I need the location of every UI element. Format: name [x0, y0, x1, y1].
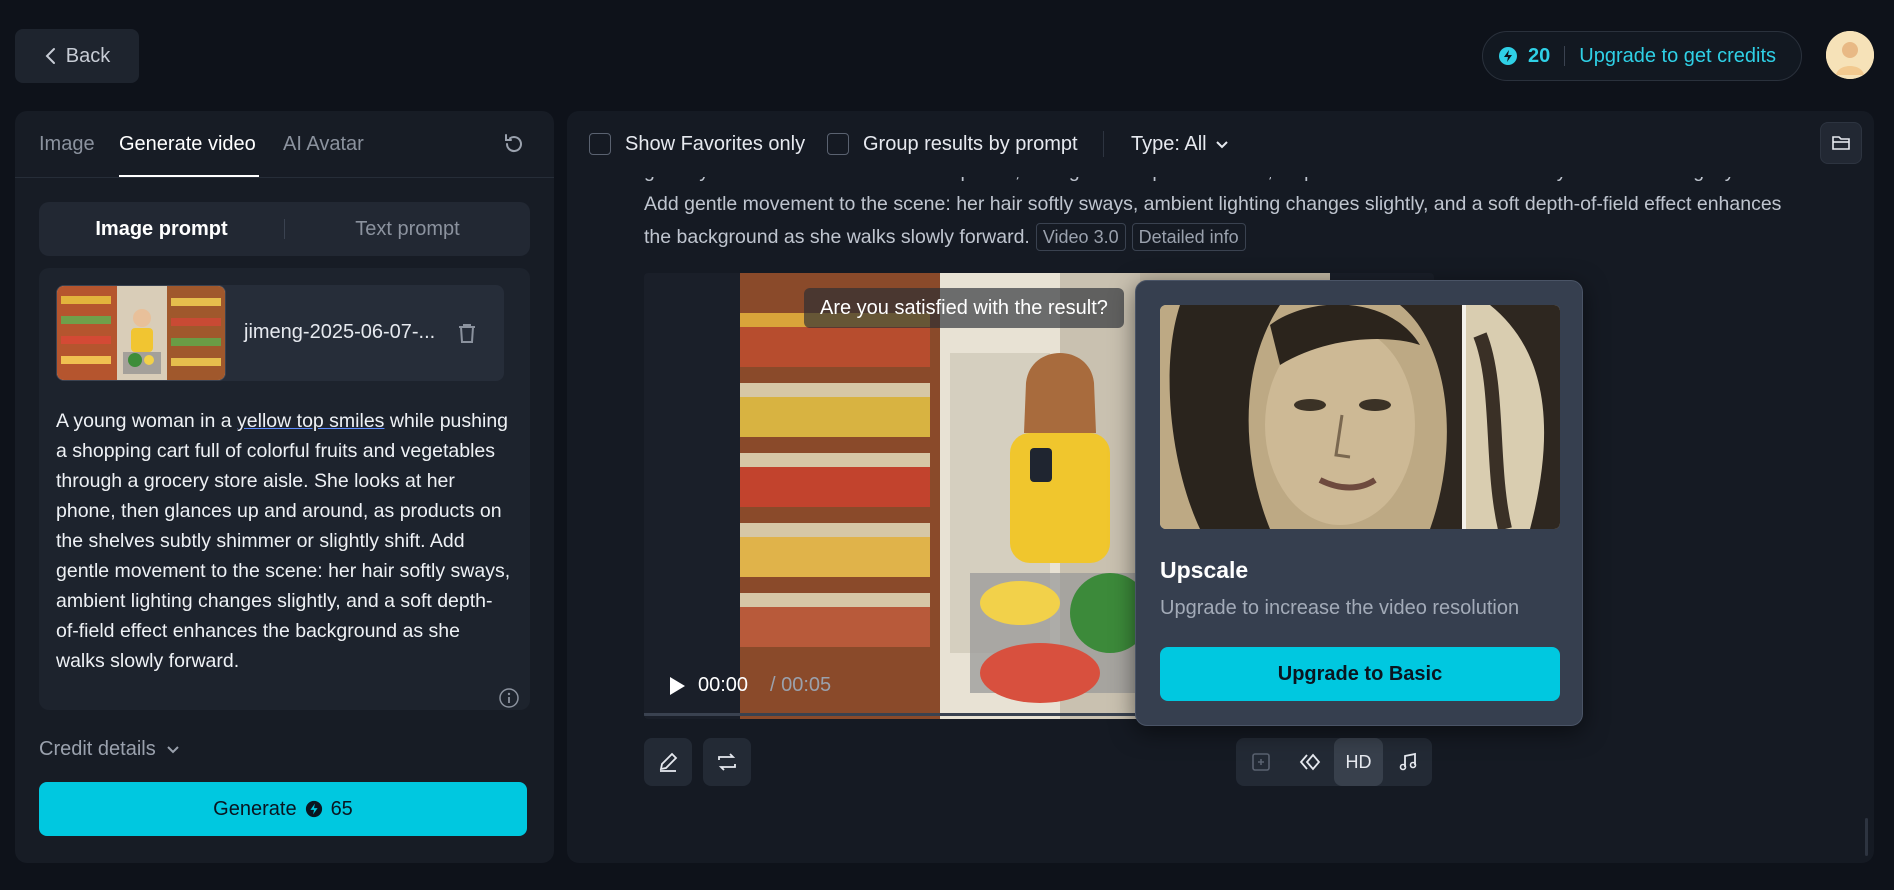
smooth-button[interactable] — [1285, 738, 1334, 786]
generate-label: Generate — [213, 797, 297, 820]
feedback-banner: Are you satisfied with the result? — [804, 288, 1124, 328]
result-prompt-line: the background as she walks slowly forwa… — [644, 226, 1030, 248]
frame-add-icon — [1251, 753, 1270, 771]
diamond-arrows-icon — [1299, 753, 1320, 771]
prompt-text-part: A young woman in a — [56, 410, 238, 432]
prompt-text-part: while pushing a shopping cart full of co… — [56, 410, 511, 672]
filter-divider — [1103, 131, 1104, 157]
type-label: Type: All — [1131, 133, 1207, 155]
upscale-preview-image — [1160, 305, 1560, 529]
image-thumbnail[interactable] — [56, 285, 226, 381]
play-icon[interactable] — [666, 675, 688, 697]
credit-coin-icon — [1499, 47, 1517, 65]
folder-button[interactable] — [1820, 122, 1862, 164]
type-dropdown[interactable]: Type: All — [1131, 133, 1229, 156]
info-icon[interactable] — [498, 687, 520, 709]
delete-icon[interactable] — [455, 321, 479, 345]
chevron-down-icon — [1215, 140, 1228, 148]
upgrade-to-basic-button[interactable]: Upgrade to Basic — [1160, 647, 1560, 701]
popover-description: Upgrade to increase the video resolution — [1160, 597, 1520, 619]
tab-generate-video[interactable]: Generate video — [119, 133, 256, 156]
regenerate-button[interactable] — [703, 738, 751, 786]
group-checkbox[interactable] — [827, 133, 849, 155]
credits-pill[interactable]: 20 Upgrade to get credits — [1482, 31, 1802, 81]
left-panel: Image Generate video AI Avatar Image pro… — [15, 111, 554, 863]
refresh-icon[interactable] — [502, 132, 526, 156]
model-tag: Video 3.0 — [1035, 223, 1126, 251]
hd-upscale-button[interactable]: HD — [1334, 738, 1383, 786]
frame-interpolation-button[interactable] — [1236, 738, 1285, 786]
back-label: Back — [65, 44, 111, 67]
enhance-toolbar: HD — [1236, 738, 1432, 786]
prompt-text[interactable]: A young woman in a yellow top smiles whi… — [56, 406, 511, 676]
tab-image[interactable]: Image — [39, 133, 95, 156]
detailed-info-tag[interactable]: Detailed info — [1131, 223, 1246, 251]
prompt-mode-toggle: Image prompt Text prompt — [39, 202, 530, 256]
credits-count: 20 — [1528, 44, 1551, 67]
image-prompt-button[interactable]: Image prompt — [39, 202, 284, 256]
filter-bar: Show Favorites only Group results by pro… — [567, 111, 1874, 177]
result-prompt-line: Add gentle movement to the scene: her ha… — [644, 193, 1782, 215]
credit-details-label: Credit details — [39, 738, 156, 760]
pill-divider — [1564, 46, 1566, 66]
chevron-left-icon — [45, 48, 55, 64]
generate-cost: 65 — [330, 797, 353, 820]
credit-coin-icon — [305, 800, 322, 818]
pencil-icon — [659, 752, 678, 772]
chevron-down-icon — [167, 745, 179, 753]
music-icon — [1399, 752, 1416, 771]
favorites-checkbox[interactable] — [589, 133, 611, 155]
prompt-box: jimeng-2025-06-07-... A young woman in a… — [39, 268, 530, 710]
text-prompt-button[interactable]: Text prompt — [285, 202, 530, 256]
mode-tabs: Image Generate video AI Avatar — [15, 111, 554, 178]
upscale-popover: Upscale Upgrade to increase the video re… — [1135, 280, 1583, 726]
uploaded-file-card: jimeng-2025-06-07-... — [56, 285, 504, 381]
feedback-question: Are you satisfied with the result? — [820, 296, 1108, 319]
tab-ai-avatar[interactable]: AI Avatar — [283, 133, 364, 156]
time-total: / 00:05 — [770, 674, 832, 696]
popover-title: Upscale — [1160, 557, 1249, 583]
user-avatar[interactable] — [1826, 31, 1874, 79]
file-name: jimeng-2025-06-07-... — [244, 321, 436, 343]
folder-icon — [1832, 136, 1850, 150]
back-button[interactable]: Back — [15, 29, 139, 83]
add-sound-button[interactable] — [1383, 738, 1432, 786]
credit-details-toggle[interactable]: Credit details — [39, 738, 180, 761]
scrollbar-thumb[interactable] — [1865, 818, 1868, 856]
edit-button[interactable] — [644, 738, 692, 786]
repeat-icon — [718, 753, 736, 771]
favorites-label[interactable]: Show Favorites only — [625, 133, 805, 156]
active-tab-indicator — [119, 175, 259, 177]
generate-button[interactable]: Generate 65 — [39, 782, 527, 836]
group-label[interactable]: Group results by prompt — [863, 133, 1078, 156]
time-current: 00:00 — [698, 674, 749, 696]
upgrade-credits-link[interactable]: Upgrade to get credits — [1579, 45, 1776, 68]
prompt-highlighted-phrase: yellow top smiles — [237, 410, 385, 432]
